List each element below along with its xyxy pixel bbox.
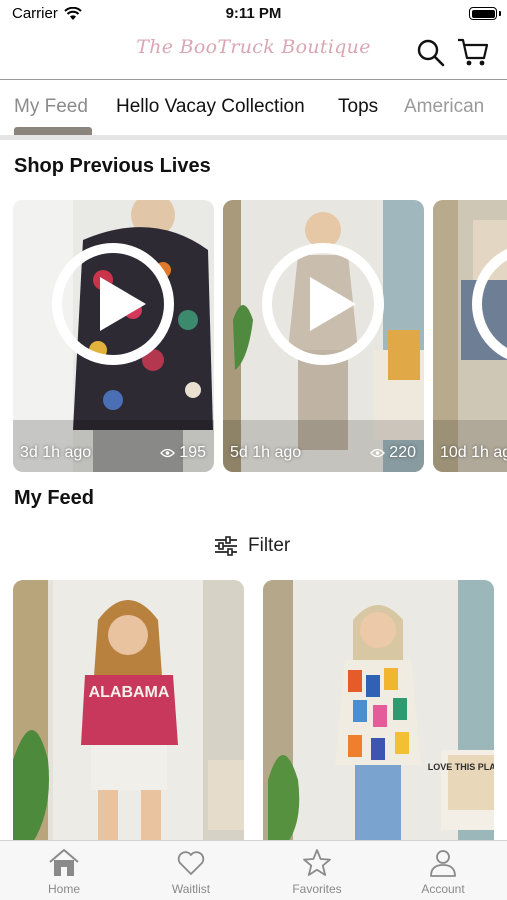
clock: 9:11 PM xyxy=(225,5,282,22)
nav-favorites-label: Favorites xyxy=(292,882,342,896)
nav-waitlist[interactable]: Waitlist xyxy=(141,847,241,896)
category-tabs: My Feed Hello Vacay Collection Tops Amer… xyxy=(0,82,507,136)
bottom-nav: Home Waitlist Favorites Account xyxy=(0,840,507,900)
status-bar: Carrier 9:11 PM xyxy=(0,0,507,28)
pillow-print: LOVE THIS PLACE xyxy=(428,762,494,772)
eye-icon xyxy=(370,448,386,458)
views-count: 220 xyxy=(389,444,416,461)
app-header: The BooTruck Boutique xyxy=(0,28,507,80)
product-image: ALABAMA xyxy=(13,580,244,842)
nav-home-label: Home xyxy=(47,882,80,896)
tabs-divider xyxy=(0,135,507,140)
star-icon xyxy=(303,849,331,876)
play-icon[interactable] xyxy=(262,243,384,365)
live-video-card[interactable]: 5d 1h ago 220 xyxy=(223,200,424,472)
cart-icon[interactable] xyxy=(456,36,490,68)
live-video-card[interactable]: 3d 1h ago 195 xyxy=(13,200,214,472)
filter-sliders-icon xyxy=(215,536,237,556)
live-time-ago: 3d 1h ago xyxy=(20,444,92,461)
eye-icon xyxy=(160,448,176,458)
live-views: 220 xyxy=(370,444,416,462)
nav-waitlist-label: Waitlist xyxy=(171,882,211,896)
live-time-ago: 10d 1h ago xyxy=(440,444,507,461)
tab-hello-vacay-collection[interactable]: Hello Vacay Collection xyxy=(116,96,305,118)
nav-account[interactable]: Account xyxy=(393,847,493,896)
battery-icon xyxy=(469,7,497,20)
product-card[interactable]: LOVE THIS PLACE xyxy=(263,580,494,842)
nav-home[interactable]: Home xyxy=(14,847,114,896)
filter-button[interactable]: Filter xyxy=(214,531,290,561)
nav-favorites[interactable]: Favorites xyxy=(267,847,367,896)
shirt-print: ALABAMA xyxy=(89,684,170,701)
account-icon xyxy=(430,850,456,877)
feed-title: My Feed xyxy=(14,487,95,509)
live-video-card[interactable]: 10d 1h ago xyxy=(433,200,507,472)
search-icon[interactable] xyxy=(416,38,446,68)
product-image: LOVE THIS PLACE xyxy=(263,580,494,842)
live-time-ago: 5d 1h ago xyxy=(230,444,302,461)
filter-label: Filter xyxy=(248,535,291,556)
tab-tops[interactable]: Tops xyxy=(338,96,378,118)
heart-icon xyxy=(177,851,205,875)
tab-american[interactable]: American xyxy=(404,96,484,118)
tab-my-feed[interactable]: My Feed xyxy=(14,96,88,118)
nav-account-label: Account xyxy=(421,882,465,896)
live-views: 195 xyxy=(160,444,206,462)
home-icon xyxy=(49,849,79,876)
product-card[interactable]: ALABAMA xyxy=(13,580,244,842)
previous-lives-title: Shop Previous Lives xyxy=(14,155,211,177)
views-count: 195 xyxy=(179,444,206,461)
play-icon[interactable] xyxy=(52,243,174,365)
